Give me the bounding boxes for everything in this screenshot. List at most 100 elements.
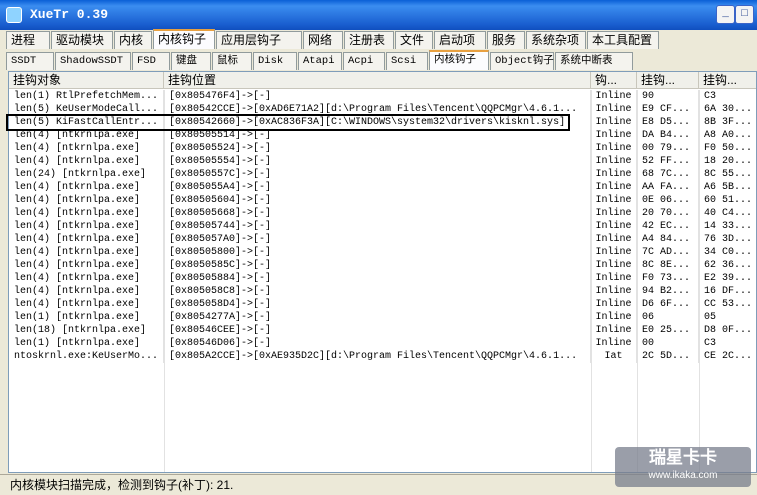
table-cell: Inline <box>591 168 637 181</box>
tab-1[interactable]: 进程 <box>6 31 50 49</box>
tab-6[interactable]: Disk <box>253 52 297 70</box>
tab-2[interactable]: 驱动模块 <box>51 31 113 49</box>
tab-12[interactable]: 系统中断表 <box>555 52 633 70</box>
table-cell: D8 0F... <box>699 324 756 337</box>
tab-7[interactable]: 注册表 <box>344 31 394 49</box>
table-cell: F0 50... <box>699 142 756 155</box>
table-row[interactable]: len(4) [ntkrnlpa.exe] [0x80505554]->[-] In… <box>9 155 756 168</box>
tab-11[interactable]: Object钩子 <box>490 52 554 70</box>
tab-7[interactable]: Atapi <box>298 52 342 70</box>
table-cell: 00 <box>637 337 699 350</box>
table-cell: Inline <box>591 207 637 220</box>
table-cell: len(1) RtlPrefetchMem... <box>9 90 164 103</box>
table-cell: 8C 8E... <box>637 259 699 272</box>
table-row[interactable]: ntoskrnl.exe:KeUserMo... [0x805A2CCE]->[0… <box>9 350 756 363</box>
table-cell: len(4) [ntkrnlpa.exe] <box>9 220 164 233</box>
table-cell: 05 <box>699 311 756 324</box>
table-cell: C3 <box>699 90 756 103</box>
table-row[interactable]: len(4) [ntkrnlpa.exe] [0x805058D4]->[-] In… <box>9 298 756 311</box>
table-cell: [0x80505524]->[-] <box>164 142 591 155</box>
tab-1[interactable]: SSDT <box>6 52 54 70</box>
maximize-button[interactable]: □ <box>735 5 754 24</box>
table-cell: len(4) [ntkrnlpa.exe] <box>9 155 164 168</box>
table-cell: len(24) [ntkrnlpa.exe] <box>9 168 164 181</box>
tab-4[interactable]: 键盘 <box>171 52 211 70</box>
tab-2[interactable]: ShadowSSDT <box>55 52 131 70</box>
table-cell: F0 73... <box>637 272 699 285</box>
column-divider <box>637 90 638 472</box>
table-cell: len(4) [ntkrnlpa.exe] <box>9 259 164 272</box>
watermark-text: 瑞星卡卡 <box>649 448 717 467</box>
table-cell: Inline <box>591 311 637 324</box>
table-cell: len(4) [ntkrnlpa.exe] <box>9 207 164 220</box>
table-cell: len(1) [ntkrnlpa.exe] <box>9 311 164 324</box>
table-cell: Inline <box>591 194 637 207</box>
tab-5[interactable]: 鼠标 <box>212 52 252 70</box>
table-cell: Inline <box>591 337 637 350</box>
table-cell: [0x80505554]->[-] <box>164 155 591 168</box>
table-cell: [0x80546D06]->[-] <box>164 337 591 350</box>
column-header-5[interactable]: 挂钩... <box>699 72 756 89</box>
table-cell: 18 20... <box>699 155 756 168</box>
table-cell: 76 3D... <box>699 233 756 246</box>
table-row[interactable]: len(4) [ntkrnlpa.exe] [0x805055A4]->[-] In… <box>9 181 756 194</box>
table-cell: [0x80505800]->[-] <box>164 246 591 259</box>
table-row[interactable]: len(4) [ntkrnlpa.exe] [0x805057A0]->[-] In… <box>9 233 756 246</box>
tab-4[interactable]: 内核钩子 <box>153 29 215 49</box>
table-row[interactable]: len(4) [ntkrnlpa.exe] [0x805058C8]->[-] In… <box>9 285 756 298</box>
table-cell: Inline <box>591 116 637 129</box>
table-row[interactable]: len(4) [ntkrnlpa.exe] [0x80505744]->[-] In… <box>9 220 756 233</box>
window-title: XueTr 0.39 <box>30 7 109 22</box>
table-cell: 62 36... <box>699 259 756 272</box>
table-cell: Inline <box>591 90 637 103</box>
tab-12[interactable]: 本工具配置 <box>587 31 659 49</box>
table-row[interactable]: len(4) [ntkrnlpa.exe] [0x80505884]->[-] In… <box>9 272 756 285</box>
table-cell: 68 7C... <box>637 168 699 181</box>
table-cell: Inline <box>591 129 637 142</box>
hook-list-panel: 挂钩对象 挂钩位置 钩... 挂钩... 挂钩... len(1) RtlPrefetc… <box>8 71 757 473</box>
table-cell: 42 EC... <box>637 220 699 233</box>
table-row[interactable]: len(4) [ntkrnlpa.exe] [0x80505800]->[-] In… <box>9 246 756 259</box>
table-cell: Inline <box>591 324 637 337</box>
tab-3[interactable]: FSD <box>132 52 170 70</box>
column-header-4[interactable]: 挂钩... <box>637 72 699 89</box>
column-header-3[interactable]: 钩... <box>591 72 637 89</box>
tab-8[interactable]: 文件 <box>395 31 433 49</box>
table-cell: Iat <box>591 350 637 363</box>
table-cell: [0x80546CEE]->[-] <box>164 324 591 337</box>
table-row[interactable]: len(24) [ntkrnlpa.exe] [0x8050557C]->[-] I… <box>9 168 756 181</box>
tab-11[interactable]: 系统杂项 <box>526 31 586 49</box>
table-cell: len(4) [ntkrnlpa.exe] <box>9 194 164 207</box>
table-row[interactable]: len(1) [ntkrnlpa.exe] [0x8054277A]->[-] In… <box>9 311 756 324</box>
table-cell: Inline <box>591 220 637 233</box>
table-cell: [0x805057A0]->[-] <box>164 233 591 246</box>
tab-10[interactable]: 服务 <box>487 31 525 49</box>
table-row[interactable]: len(4) [ntkrnlpa.exe] [0x80505604]->[-] In… <box>9 194 756 207</box>
table-cell: Inline <box>591 142 637 155</box>
table-cell: 90 <box>637 90 699 103</box>
table-row[interactable]: len(4) [ntkrnlpa.exe] [0x80505668]->[-] In… <box>9 207 756 220</box>
tab-10[interactable]: 内核钩子 <box>429 50 489 70</box>
minimize-button[interactable]: _ <box>716 5 735 24</box>
table-row[interactable]: len(4) [ntkrnlpa.exe] [0x80505524]->[-] In… <box>9 142 756 155</box>
table-cell: 20 70... <box>637 207 699 220</box>
table-row[interactable]: len(1) [ntkrnlpa.exe] [0x80546D06]->[-] In… <box>9 337 756 350</box>
tab-5[interactable]: 应用层钩子 <box>216 31 302 49</box>
tab-9[interactable]: Scsi <box>386 52 428 70</box>
table-cell: Inline <box>591 155 637 168</box>
tab-6[interactable]: 网络 <box>303 31 343 49</box>
kernel-subtab-strip: SSDT ShadowSSDT FSD 键盘 鼠标 Disk Atapi Acpi Scsi 内核… <box>6 50 757 71</box>
table-cell: Inline <box>591 103 637 116</box>
table-header: 挂钩对象 挂钩位置 钩... 挂钩... 挂钩... <box>9 72 756 89</box>
tab-9[interactable]: 启动项 <box>434 31 486 49</box>
tab-3[interactable]: 内核 <box>114 31 152 49</box>
column-header-1[interactable]: 挂钩对象 <box>9 72 164 89</box>
table-row[interactable]: len(18) [ntkrnlpa.exe] [0x80546CEE]->[-] I… <box>9 324 756 337</box>
table-cell: 8C 55... <box>699 168 756 181</box>
tab-8[interactable]: Acpi <box>343 52 385 70</box>
table-row[interactable]: len(4) [ntkrnlpa.exe] [0x8050585C]->[-] In… <box>9 259 756 272</box>
table-cell: 94 B2... <box>637 285 699 298</box>
table-row[interactable]: len(1) RtlPrefetchMem... [0x805476F4]->[-… <box>9 90 756 103</box>
column-header-2[interactable]: 挂钩位置 <box>164 72 591 89</box>
table-cell: [0x805058D4]->[-] <box>164 298 591 311</box>
